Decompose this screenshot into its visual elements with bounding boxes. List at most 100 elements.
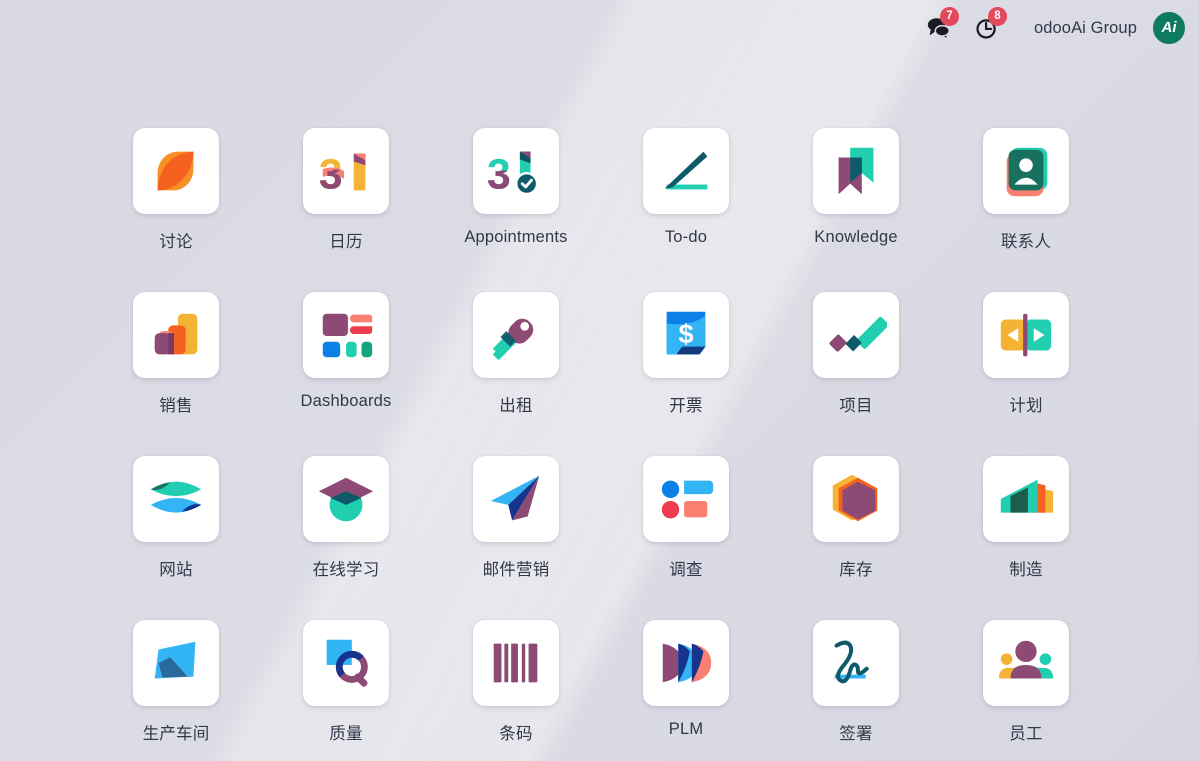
app-item-discuss[interactable]: 讨论 (91, 128, 261, 292)
project-icon (829, 316, 887, 352)
app-tile[interactable] (303, 292, 389, 378)
quality-icon (326, 639, 368, 687)
barcode-icon (493, 643, 538, 683)
avatar-initials: Ai (1161, 19, 1177, 36)
app-label: 出租 (499, 397, 533, 415)
app-tile[interactable] (133, 292, 219, 378)
app-item-rental[interactable]: 出租 (431, 292, 601, 456)
app-item-sign[interactable]: 签署 (771, 620, 941, 761)
app-label: Dashboards (300, 392, 392, 410)
app-item-contacts[interactable]: 联系人 (941, 128, 1111, 292)
app-label: 项目 (839, 397, 873, 415)
sales-icon (154, 313, 198, 355)
app-label: 讨论 (159, 233, 193, 251)
app-tile[interactable] (133, 128, 219, 214)
company-name[interactable]: odooAi Group (1034, 19, 1137, 38)
app-tile[interactable] (813, 456, 899, 542)
app-tile[interactable] (813, 620, 899, 706)
elearning-icon (318, 477, 374, 522)
todo-icon (664, 151, 708, 190)
app-tile[interactable] (133, 456, 219, 542)
app-tile[interactable]: 3 3 (473, 128, 559, 214)
app-item-employees[interactable]: 员工 (941, 620, 1111, 761)
app-item-sales[interactable]: 销售 (91, 292, 261, 456)
app-item-shop-floor[interactable]: 生产车间 (91, 620, 261, 761)
app-label: Appointments (464, 228, 568, 246)
app-item-project[interactable]: 项目 (771, 292, 941, 456)
app-label: 条码 (499, 725, 533, 743)
app-item-quality[interactable]: 质量 (261, 620, 431, 761)
app-tile[interactable] (473, 620, 559, 706)
appointments-icon: 3 3 (487, 150, 539, 198)
app-label: 计划 (1009, 397, 1043, 415)
app-item-manufacturing[interactable]: 制造 (941, 456, 1111, 620)
app-label: 生产车间 (142, 725, 210, 743)
app-tile[interactable] (303, 456, 389, 542)
app-item-todo[interactable]: To-do (601, 128, 771, 292)
app-item-plm[interactable]: PLM (601, 620, 771, 761)
app-item-dashboards[interactable]: Dashboards (261, 292, 431, 456)
app-tile[interactable] (133, 620, 219, 706)
app-label: 调查 (669, 561, 703, 579)
app-label: To-do (664, 228, 708, 246)
website-icon (150, 481, 202, 513)
app-tile[interactable] (643, 456, 729, 542)
app-item-appointments[interactable]: 3 3 Appointments (431, 128, 601, 292)
activities-badge: 8 (987, 7, 1007, 26)
svg-text:$: $ (678, 318, 693, 349)
app-tile[interactable] (983, 128, 1069, 214)
employees-icon (998, 640, 1054, 679)
app-tile[interactable] (473, 456, 559, 542)
email-marketing-icon (490, 475, 540, 521)
app-label: 库存 (839, 561, 873, 579)
app-tile[interactable]: $ (643, 292, 729, 378)
app-tile[interactable]: 3 3 (303, 128, 389, 214)
app-item-surveys[interactable]: 调查 (601, 456, 771, 620)
discuss-icon (157, 151, 194, 191)
app-label: PLM (668, 720, 704, 738)
app-label: 制造 (1009, 561, 1043, 579)
app-tile[interactable] (813, 292, 899, 378)
app-item-elearning[interactable]: 在线学习 (261, 456, 431, 620)
app-item-barcode[interactable]: 条码 (431, 620, 601, 761)
app-label: 网站 (159, 561, 193, 579)
app-tile[interactable] (643, 128, 729, 214)
inventory-icon (832, 474, 878, 522)
messages-menu[interactable]: 7 (926, 7, 959, 41)
app-tile[interactable] (473, 292, 559, 378)
app-item-inventory[interactable]: 库存 (771, 456, 941, 620)
app-item-invoicing[interactable]: $ 开票 (601, 292, 771, 456)
activities-menu[interactable]: 8 (974, 7, 1007, 41)
app-item-knowledge[interactable]: Knowledge (771, 128, 941, 292)
app-tile[interactable] (983, 620, 1069, 706)
app-tile[interactable] (643, 620, 729, 706)
app-item-website[interactable]: 网站 (91, 456, 261, 620)
sign-icon (834, 640, 869, 684)
manufacturing-icon (1000, 479, 1054, 513)
app-label: 日历 (329, 233, 363, 251)
plm-icon (662, 643, 712, 683)
app-tile[interactable] (303, 620, 389, 706)
planning-icon (1000, 313, 1052, 357)
app-tile[interactable] (813, 128, 899, 214)
app-tile[interactable] (983, 456, 1069, 542)
app-item-calendar[interactable]: 3 3 日历 (261, 128, 431, 292)
top-system-bar: 7 8 odooAi Group Ai (0, 0, 1199, 56)
app-label: 邮件营销 (482, 561, 550, 579)
app-label: Knowledge (814, 228, 898, 246)
app-item-planning[interactable]: 计划 (941, 292, 1111, 456)
app-item-email-marketing[interactable]: 邮件营销 (431, 456, 601, 620)
dashboards-icon (322, 313, 373, 358)
surveys-icon (661, 480, 714, 519)
app-label: 质量 (329, 725, 363, 743)
app-label: 员工 (1009, 725, 1043, 743)
app-label: 销售 (159, 397, 193, 415)
avatar[interactable]: Ai (1153, 12, 1185, 44)
app-label: 联系人 (1000, 233, 1052, 251)
messages-badge: 7 (939, 7, 959, 26)
rental-icon (492, 318, 534, 361)
app-tile[interactable] (983, 292, 1069, 378)
calendar-icon: 3 3 (319, 150, 366, 198)
shop-floor-icon (154, 641, 196, 679)
contacts-icon (1006, 147, 1048, 197)
